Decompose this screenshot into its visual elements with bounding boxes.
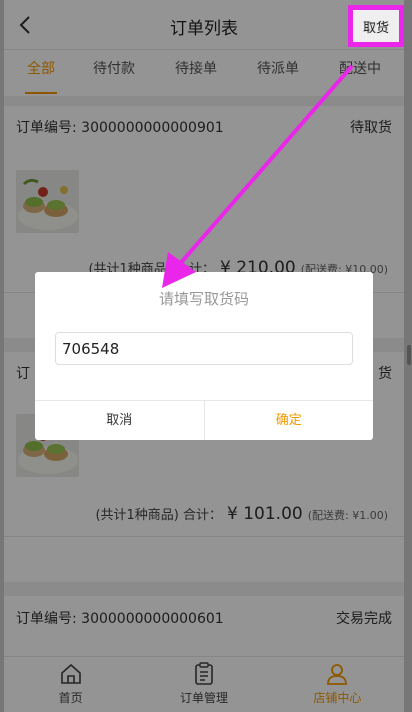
annotation-arrow-icon: [162, 64, 354, 288]
scrollbar[interactable]: [407, 345, 411, 365]
